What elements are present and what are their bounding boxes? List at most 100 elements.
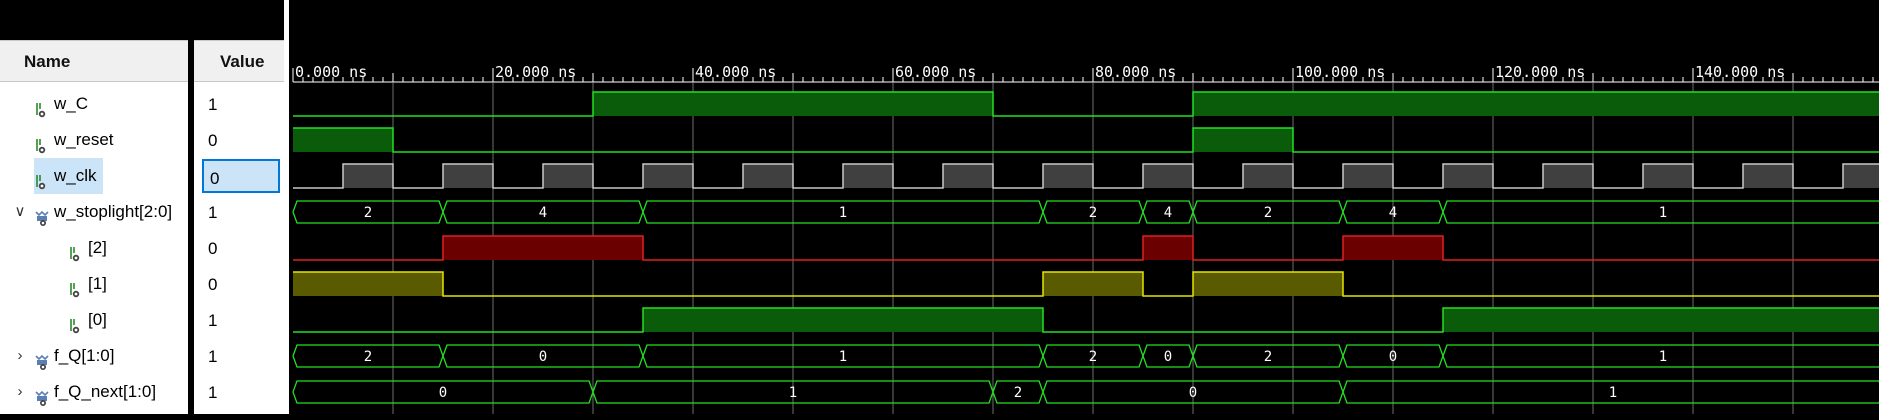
w-reset-trace: [293, 127, 1879, 153]
clock-high-region: [1643, 164, 1693, 188]
signal-name-label: [0]: [88, 310, 107, 329]
signal-name-row[interactable]: f_Q_next[1:0]: [34, 374, 156, 410]
ruler-tick-label: 40.000 ns: [695, 63, 776, 81]
value-column-toolbar: [194, 0, 284, 40]
name-header-label: Name: [24, 52, 71, 71]
clock-high-region: [943, 164, 993, 188]
signal-name-row[interactable]: w_C: [34, 86, 88, 122]
clock-high-region: [443, 164, 493, 188]
bus-value-label: 1: [789, 385, 797, 401]
bus-signal-icon: [34, 348, 49, 370]
clock-high-region: [743, 164, 793, 188]
clock-high-region: [1143, 164, 1193, 188]
signal-name-label: [2]: [88, 238, 107, 257]
signal-name-label: w_reset: [54, 130, 114, 149]
signal-value-cell[interactable]: 0: [202, 267, 280, 301]
clock-high-region: [1343, 164, 1393, 188]
clock-high-region: [1743, 164, 1793, 188]
w-reset-high-region: [293, 128, 393, 152]
w-c-high-region: [1193, 92, 1879, 116]
ruler-tick-label: 100.000 ns: [1295, 63, 1385, 81]
bus-value-label: 0: [1164, 349, 1172, 365]
ruler-tick-label: 20.000 ns: [495, 63, 576, 81]
ruler-tick-label: 0.000 ns: [295, 63, 367, 81]
bit-signal-icon: [68, 240, 82, 261]
signal-name-label: f_Q[1:0]: [54, 346, 115, 365]
collapse-chevron-icon[interactable]: ∨: [13, 194, 27, 230]
bus-value-label: 1: [839, 349, 847, 365]
bus-value-label: 1: [1609, 385, 1617, 401]
signal-name-label: w_stoplight[2:0]: [54, 202, 173, 221]
expand-chevron-icon[interactable]: ›: [13, 338, 27, 374]
value-column-panel: Value 100100111: [188, 0, 284, 414]
signal-value-cell[interactable]: 1: [202, 87, 280, 121]
bus-value-label: 2: [1089, 205, 1097, 221]
stoplight-bit2-high-region: [1343, 236, 1443, 260]
signal-name-label: w_clk: [54, 166, 97, 185]
clock-high-region: [1543, 164, 1593, 188]
bit-signal-icon: [68, 276, 82, 297]
bus-value-label: 4: [539, 205, 547, 221]
signal-name-row[interactable]: w_stoplight[2:0]: [34, 194, 172, 230]
waveform-canvas: 0.000 ns 20.000 ns 40.000 ns 60.000 ns 80.00…: [292, 63, 1879, 414]
signal-value-cell[interactable]: 1: [202, 339, 280, 373]
name-column-header[interactable]: Name: [0, 40, 188, 82]
bus-value-label: 2: [364, 205, 372, 221]
signal-name-label: [1]: [88, 274, 107, 293]
signal-value-cell[interactable]: 0: [202, 123, 280, 157]
bit-signal-icon: [68, 312, 82, 333]
clock-high-region: [843, 164, 893, 188]
clock-high-region: [643, 164, 693, 188]
signal-value-cell[interactable]: 0: [202, 159, 280, 193]
bus-value-label: 0: [1389, 349, 1397, 365]
bus-signal-icon: [34, 384, 49, 406]
bus-value-label: 4: [1389, 205, 1397, 221]
bus-value-label: 2: [364, 349, 372, 365]
bus-value-label: 1: [1659, 349, 1667, 365]
ruler-tick-label: 140.000 ns: [1695, 63, 1785, 81]
waveform-area[interactable]: 0.000 ns 20.000 ns 40.000 ns 60.000 ns 80.00…: [289, 0, 1879, 414]
stoplight-bit0-high-region: [1443, 308, 1879, 332]
stoplight-bit1-high-region: [1043, 272, 1143, 296]
bus-value-label: 0: [1189, 385, 1197, 401]
signal-name-label: w_C: [54, 94, 89, 113]
expand-chevron-icon[interactable]: ›: [13, 374, 27, 410]
stoplight-bit1-high-region: [1193, 272, 1343, 296]
clock-high-region: [1243, 164, 1293, 188]
bus-value-label: 2: [1089, 349, 1097, 365]
clock-high-region: [1043, 164, 1093, 188]
bus-value-label: 0: [439, 385, 447, 401]
stoplight-bit2-high-region: [443, 236, 643, 260]
bit-signal-icon: [34, 96, 48, 117]
clock-high-region: [1843, 164, 1879, 188]
bus-value-label: 1: [1659, 205, 1667, 221]
w-c-high-region: [593, 92, 993, 116]
bus-value-label: 1: [839, 205, 847, 221]
signal-value-cell[interactable]: 0: [202, 231, 280, 265]
w-reset-high-region: [1193, 128, 1293, 152]
ruler-tick-label: 60.000 ns: [895, 63, 976, 81]
bus-value-label: 2: [1264, 349, 1272, 365]
value-column-header[interactable]: Value: [194, 40, 284, 82]
signal-name-row[interactable]: [2]: [68, 230, 107, 266]
name-column-toolbar: [0, 0, 188, 40]
stoplight-bit0-high-region: [643, 308, 1043, 332]
bus-value-label: 2: [1014, 385, 1022, 401]
signal-name-row[interactable]: w_clk: [34, 158, 103, 194]
signal-name-row[interactable]: [0]: [68, 302, 107, 338]
bus-value-label: 4: [1164, 205, 1172, 221]
signal-name-row[interactable]: [1]: [68, 266, 107, 302]
signal-name-row[interactable]: w_reset: [34, 122, 114, 158]
signal-value-cell[interactable]: 1: [202, 375, 280, 409]
bus-value-label: 0: [539, 349, 547, 365]
clock-high-region: [343, 164, 393, 188]
clock-high-region: [543, 164, 593, 188]
bit-signal-icon: [34, 132, 48, 153]
stoplight-bit1-high-region: [293, 272, 443, 296]
name-column-panel: Name w_C w_reset w_clk ∨ w_stoplight[2:0] [2]…: [0, 0, 188, 414]
signal-name-row[interactable]: f_Q[1:0]: [34, 338, 114, 374]
stoplight-bit2-high-region: [1143, 236, 1193, 260]
signal-value-cell[interactable]: 1: [202, 195, 280, 229]
bus-value-label: 2: [1264, 205, 1272, 221]
signal-value-cell[interactable]: 1: [202, 303, 280, 337]
